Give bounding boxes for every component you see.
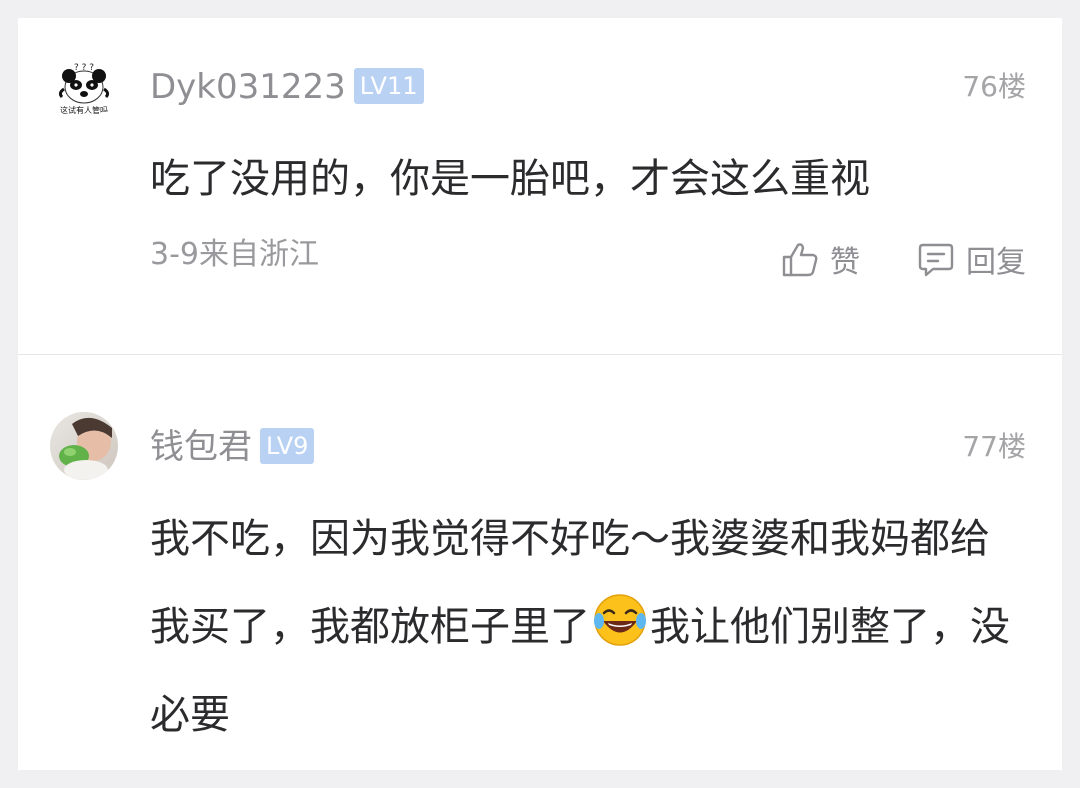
svg-text:这试有人管吗: 这试有人管吗: [60, 105, 108, 115]
level-badge: LV9: [260, 428, 315, 464]
avatar[interactable]: ? ? ? 这试有人管吗: [50, 53, 118, 121]
username[interactable]: Dyk031223 LV11: [150, 67, 424, 107]
panda-meme-avatar-icon: ? ? ? 这试有人管吗: [50, 53, 118, 121]
reply-button[interactable]: 回复: [916, 237, 1026, 281]
comment-actions: 赞 回复: [780, 235, 1026, 283]
comment-text: 吃了没用的，你是一胎吧，才会这么重视: [150, 156, 870, 202]
reply-label: 回复: [966, 245, 1026, 280]
level-badge: LV11: [353, 68, 424, 104]
username-text: 钱包君: [150, 427, 252, 467]
comment-item: 钱包君 LV9 77楼 我不吃，因为我觉得不好吃～我婆婆和我妈都给我买了，我都放柜…: [18, 355, 1062, 770]
username-text: Dyk031223: [150, 67, 346, 107]
photo-avatar-icon: [50, 412, 118, 480]
comment-bubble-icon: [918, 243, 954, 277]
username[interactable]: 钱包君 LV9: [150, 427, 315, 467]
avatar[interactable]: [50, 412, 118, 480]
like-label: 赞: [830, 245, 860, 280]
comment-list: ? ? ? 这试有人管吗 Dyk031223 LV11 76楼 吃了没用的，你是一…: [18, 18, 1062, 770]
laughing-crying-emoji-icon: [592, 591, 648, 647]
comment-item: ? ? ? 这试有人管吗 Dyk031223 LV11 76楼 吃了没用的，你是一…: [18, 18, 1062, 354]
floor-number: 77楼: [962, 430, 1026, 463]
comment-text: 我不吃，因为我觉得不好吃～我婆婆和我妈都给我买了，我都放柜子里了 我让他们别整了…: [150, 495, 1020, 759]
thumbs-up-icon: [782, 243, 818, 277]
comment-meta: 3-9来自浙江: [150, 237, 319, 272]
floor-number: 76楼: [962, 70, 1026, 103]
like-button[interactable]: 赞: [780, 237, 860, 281]
